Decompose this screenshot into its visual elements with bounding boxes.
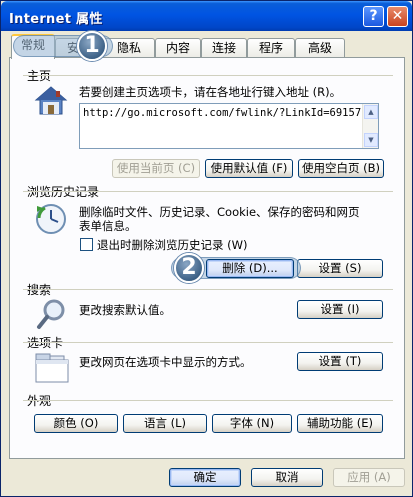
home-page-group-divider [23,75,393,76]
close-button[interactable]: ✕ [387,6,408,27]
home-page-description: 若要创建主页选项卡，请在各地址行键入地址 (R)。 [79,85,342,99]
internet-options-dialog: Internet 属性 ? ✕ 常规 安全 隐私 内容 连接 程序 高级 1 主… [0,0,413,497]
tab-programs[interactable]: 程序 [247,38,295,58]
use-default-button[interactable]: 使用默认值 (F) [205,159,293,178]
appearance-group-divider [23,400,393,401]
history-icon [33,202,69,236]
colors-button[interactable]: 颜色 (O) [34,414,118,433]
tab-advanced[interactable]: 高级 [295,38,345,58]
home-page-icon [34,85,68,117]
search-group-divider [23,289,393,290]
tab-content[interactable]: 内容 [155,38,201,58]
tabs-settings-button[interactable]: 设置 (T) [297,352,383,371]
tab-connections[interactable]: 连接 [201,38,247,58]
exit-delete-checkbox[interactable] [80,238,93,251]
scroll-down-arrow-icon[interactable]: ▼ [364,133,378,147]
use-blank-button[interactable]: 使用空白页 (B) [298,159,384,178]
use-current-button[interactable]: 使用当前页 (C) [112,159,200,178]
scroll-up-arrow-icon[interactable]: ▲ [364,105,378,119]
cancel-button[interactable]: 取消 [251,468,323,487]
tabs-description: 更改网页在选项卡中显示的方式。 [79,355,252,369]
history-settings-button[interactable]: 设置 (S) [297,259,383,278]
exit-delete-label[interactable]: 退出时删除浏览历史记录 (W) [97,238,248,252]
fonts-button[interactable]: 字体 (N) [212,414,292,433]
home-page-url-text: http://go.microsoft.com/fwlink/?LinkId=6… [83,107,362,119]
title-bar[interactable]: Internet 属性 ? ✕ [1,1,412,31]
search-magnifier-icon [36,298,68,330]
history-description-line-2: 表单信息。 [79,219,137,233]
ok-button[interactable]: 确定 [169,468,241,487]
callout-number-1: 1 [77,31,107,61]
delete-history-button[interactable]: 删除 (D)... [206,259,294,278]
history-description-line-1: 删除临时文件、历史记录、Cookie、保存的密码和网页 [79,205,360,219]
url-scrollbar[interactable]: ▲ ▼ [362,104,378,148]
accessibility-button[interactable]: 辅助功能 (E) [297,414,383,433]
apply-button[interactable]: 应用 (A) [333,468,405,487]
history-group-divider [23,191,393,192]
help-button[interactable]: ? [363,6,384,27]
tabs-group-divider [23,342,393,343]
window-title: Internet 属性 [9,12,103,27]
home-page-url-field[interactable]: http://go.microsoft.com/fwlink/?LinkId=6… [79,103,379,149]
languages-button[interactable]: 语言 (L) [123,414,207,433]
search-description: 更改搜索默认值。 [79,303,171,317]
search-settings-button[interactable]: 设置 (I) [297,300,383,319]
tabs-window-icon [35,351,69,383]
callout-number-2: 2 [174,253,204,283]
